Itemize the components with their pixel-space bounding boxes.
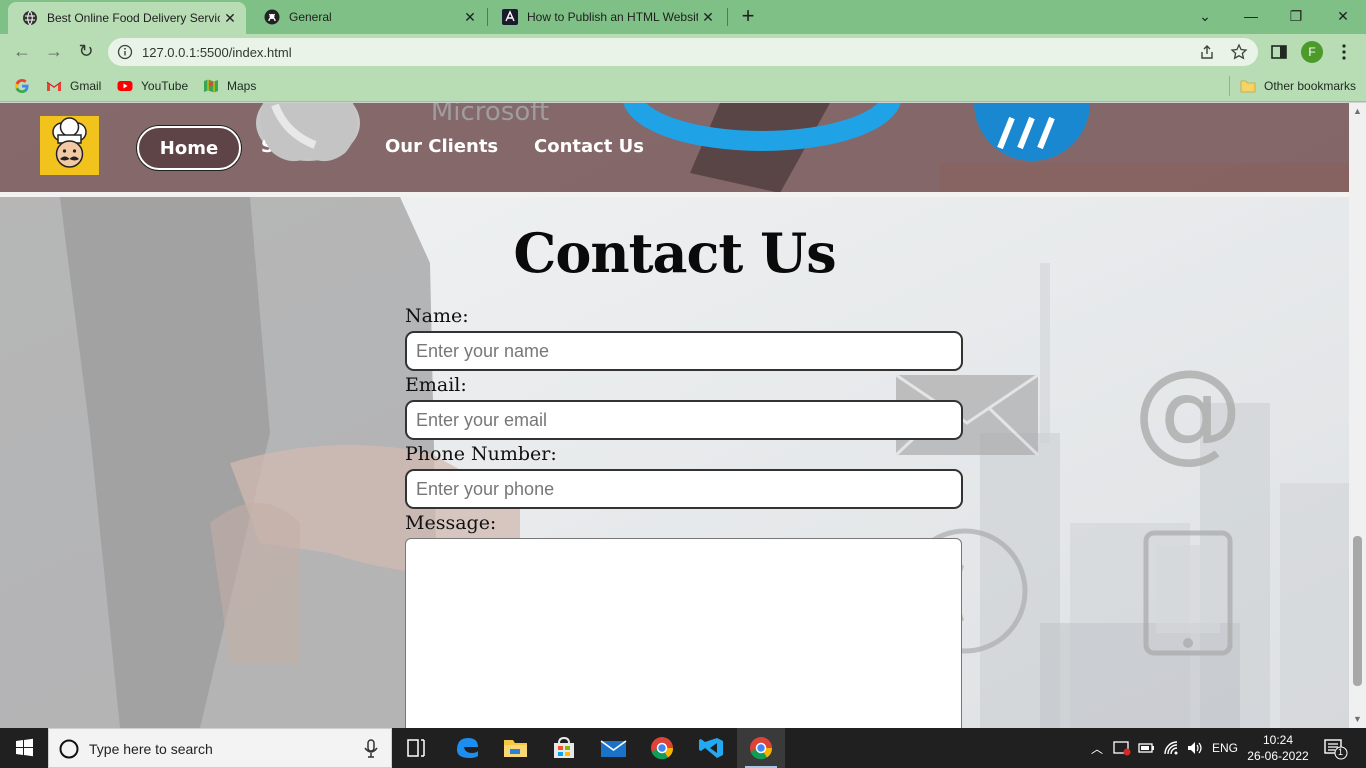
- search-placeholder: Type here to search: [89, 741, 213, 757]
- email-label: Email:: [405, 374, 467, 396]
- tab-food-delivery[interactable]: Best Online Food Delivery Service ✕: [8, 2, 246, 34]
- google-icon[interactable]: [14, 78, 30, 94]
- page-viewport: @ Microsoft Home Our Clients Contact Us …: [0, 103, 1349, 728]
- close-window-icon[interactable]: ✕: [1321, 4, 1365, 30]
- chef-icon: [52, 117, 87, 168]
- battery-icon[interactable]: [1138, 740, 1156, 756]
- email-input[interactable]: [405, 400, 963, 440]
- notification-count: 1: [1338, 747, 1344, 757]
- minimize-icon[interactable]: —: [1229, 4, 1273, 30]
- share-icon[interactable]: [1198, 43, 1216, 61]
- windows-taskbar: Type here to search ︿ ENG 10:24 26-06-20…: [0, 728, 1366, 768]
- volume-icon[interactable]: [1186, 740, 1204, 756]
- gmail-icon: [46, 81, 62, 91]
- wifi-icon[interactable]: [1163, 740, 1181, 756]
- tab-title: Best Online Food Delivery Service: [47, 11, 220, 25]
- scroll-up-icon[interactable]: ▲: [1352, 106, 1363, 116]
- bookmark-label: Gmail: [70, 79, 102, 93]
- tab-title: How to Publish an HTML Website: [527, 10, 698, 24]
- nav-contact-us-link[interactable]: Contact Us: [534, 136, 644, 157]
- github-icon: [264, 9, 280, 25]
- nav-home-button[interactable]: Home: [137, 126, 241, 170]
- contact-title: Contact Us: [513, 221, 836, 285]
- language-indicator[interactable]: ENG: [1212, 741, 1238, 768]
- phone-label: Phone Number:: [405, 443, 557, 465]
- close-tab-icon[interactable]: ✕: [220, 10, 240, 27]
- close-tab-icon[interactable]: ✕: [698, 9, 718, 26]
- tab-title: General: [289, 10, 332, 24]
- nav-home-label: Home: [159, 138, 219, 159]
- tab-search-chevron-icon[interactable]: ⌄: [1183, 4, 1227, 30]
- security-alert-icon[interactable]: [1113, 740, 1131, 756]
- address-bar[interactable]: 127.0.0.1:5500/index.html: [108, 38, 1258, 66]
- bookmarks-divider: [1229, 76, 1230, 96]
- navbar-divider: [0, 192, 1349, 197]
- back-icon[interactable]: ←: [10, 40, 34, 64]
- chrome-icon: [750, 737, 773, 760]
- youtube-icon: [117, 81, 133, 91]
- name-input[interactable]: [405, 331, 963, 371]
- reload-icon[interactable]: ↻: [74, 40, 98, 64]
- browser-toolbar: ← → ↻ 127.0.0.1:5500/index.html: [0, 34, 1366, 70]
- notification-center-icon[interactable]: [1323, 738, 1349, 760]
- search-icon: [59, 739, 79, 759]
- bookmark-label: Maps: [227, 79, 257, 93]
- chrome-icon[interactable]: [638, 728, 686, 768]
- edge-icon[interactable]: [443, 728, 491, 768]
- folder-icon: [1240, 80, 1256, 93]
- taskbar-search-box[interactable]: Type here to search: [48, 728, 392, 768]
- maps-icon: [204, 79, 218, 93]
- scroll-down-icon[interactable]: ▼: [1352, 714, 1363, 724]
- bookmark-youtube[interactable]: YouTube: [117, 76, 188, 96]
- other-bookmarks[interactable]: Other bookmarks: [1240, 76, 1356, 96]
- message-label: Message:: [405, 512, 497, 534]
- clock-date: 26-06-2022: [1247, 749, 1309, 763]
- name-label: Name:: [405, 305, 469, 327]
- chef-logo[interactable]: [40, 116, 99, 175]
- task-view-icon[interactable]: [392, 728, 440, 768]
- profile-avatar[interactable]: F: [1301, 41, 1323, 63]
- star-bookmark-icon[interactable]: [1230, 43, 1248, 61]
- bookmark-maps[interactable]: Maps: [203, 76, 256, 96]
- tab-divider: [727, 8, 728, 26]
- chrome-active-app[interactable]: [737, 728, 785, 768]
- new-tab-button[interactable]: +: [737, 4, 759, 30]
- menu-kebab-icon[interactable]: [1334, 42, 1354, 62]
- windows-start-icon[interactable]: [0, 728, 48, 768]
- microsoft-store-icon[interactable]: [540, 728, 588, 768]
- vscode-icon[interactable]: [687, 728, 735, 768]
- microphone-icon[interactable]: [363, 739, 379, 759]
- taskbar-clock[interactable]: 10:24 26-06-2022: [1246, 732, 1310, 764]
- bookmark-gmail[interactable]: Gmail: [46, 76, 101, 96]
- tab-github-general[interactable]: General ✕: [250, 0, 486, 34]
- site-navbar: Microsoft Home Se Our Clients Contact Us: [0, 103, 1349, 193]
- show-hidden-icons-chevron[interactable]: ︿: [1091, 740, 1103, 768]
- side-panel-icon[interactable]: [1269, 42, 1289, 62]
- phone-input[interactable]: [405, 469, 963, 509]
- microsoft-logo: Microsoft: [431, 103, 549, 127]
- tab-publish-html[interactable]: How to Publish an HTML Website ✕: [488, 0, 724, 34]
- message-textarea[interactable]: [405, 538, 962, 728]
- restore-icon[interactable]: ❐: [1274, 4, 1318, 30]
- bookmark-label: YouTube: [141, 79, 189, 93]
- globe-icon: [23, 10, 37, 26]
- url-text[interactable]: 127.0.0.1:5500/index.html: [142, 45, 292, 60]
- bookmarks-bar: Gmail YouTube Maps Other bookmarks: [0, 70, 1366, 102]
- close-tab-icon[interactable]: ✕: [460, 9, 480, 26]
- other-bookmarks-label: Other bookmarks: [1264, 79, 1357, 93]
- clock-time: 10:24: [1262, 733, 1294, 747]
- site-info-icon[interactable]: [117, 44, 133, 60]
- mail-icon[interactable]: [589, 728, 637, 768]
- file-explorer-icon[interactable]: [491, 728, 539, 768]
- page-scrollbar[interactable]: ▲ ▼: [1349, 103, 1366, 728]
- forward-icon[interactable]: →: [42, 40, 66, 64]
- nav-our-clients-link[interactable]: Our Clients: [385, 136, 498, 157]
- apple-logo: [260, 103, 357, 162]
- scrollbar-thumb[interactable]: [1353, 536, 1362, 686]
- browser-tab-strip: Best Online Food Delivery Service ✕ Gene…: [0, 0, 1366, 34]
- site-icon: [502, 9, 518, 25]
